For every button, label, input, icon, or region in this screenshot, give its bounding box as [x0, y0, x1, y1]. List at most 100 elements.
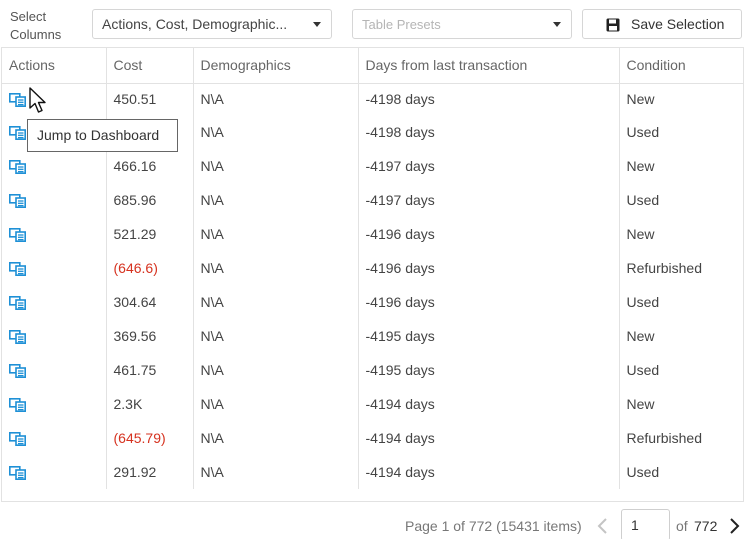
demographics-cell: N\A [193, 285, 359, 319]
condition-cell: Refurbished [626, 260, 703, 276]
table-presets-placeholder: Table Presets [362, 17, 441, 32]
pager: Page 1 of 772 (15431 items) of 772 [0, 502, 746, 539]
columns-dropdown[interactable]: Actions, Cost, Demographic... [92, 9, 332, 39]
cost-cell: 304.64 [106, 285, 194, 319]
cost-cell: 369.56 [106, 319, 194, 353]
table-row: 369.56 N\A -4195 days New [2, 319, 743, 353]
of-label: of [676, 518, 688, 534]
days-cell: -4197 days [358, 183, 620, 217]
cost-cell: (645.79) [106, 421, 194, 455]
column-header-demographics[interactable]: Demographics [193, 48, 359, 84]
demographics-cell: N\A [193, 149, 359, 183]
actions-cell [2, 183, 107, 217]
demographics-cell: N\A [193, 353, 359, 387]
column-header-condition[interactable]: Condition [619, 48, 743, 84]
table-row: (645.79) N\A -4194 days Refurbished [2, 421, 743, 455]
chevron-down-icon [553, 22, 561, 27]
chevron-left-icon[interactable] [596, 517, 610, 535]
jump-to-dashboard-icon[interactable] [9, 126, 26, 141]
table-presets-dropdown[interactable]: Table Presets [352, 9, 572, 39]
table-row: (646.6) N\A -4196 days Refurbished [2, 251, 743, 285]
jump-to-dashboard-icon[interactable] [9, 194, 26, 209]
actions-cell [2, 217, 107, 251]
column-header-actions[interactable]: Actions [2, 48, 107, 84]
condition-cell: Used [626, 464, 660, 480]
jump-to-dashboard-icon[interactable] [9, 93, 26, 108]
table-row: 466.16 N\A -4197 days New [2, 149, 743, 183]
save-icon [606, 18, 620, 32]
actions-cell [2, 149, 107, 183]
actions-cell [2, 251, 107, 285]
days-cell: -4198 days [358, 115, 620, 149]
days-cell: -4197 days [358, 149, 620, 183]
jump-to-dashboard-icon[interactable] [9, 432, 26, 447]
jump-to-dashboard-icon[interactable] [9, 262, 26, 277]
cost-cell: 685.96 [106, 183, 194, 217]
actions-cell [2, 319, 107, 353]
demographics-cell: N\A [193, 115, 359, 149]
cost-cell: 291.92 [106, 455, 194, 489]
jump-to-dashboard-icon[interactable] [9, 160, 26, 175]
demographics-cell: N\A [193, 251, 359, 285]
table-row: 461.75 N\A -4195 days Used [2, 353, 743, 387]
days-cell: -4195 days [358, 319, 620, 353]
demographics-cell: N\A [193, 217, 359, 251]
jump-to-dashboard-tooltip: Jump to Dashboard [27, 119, 178, 152]
days-cell: -4196 days [358, 217, 620, 251]
table-row: 291.92 N\A -4194 days Used [2, 455, 743, 489]
cost-cell: 521.29 [106, 217, 194, 251]
toolbar: Select Columns Actions, Cost, Demographi… [0, 0, 746, 46]
demographics-cell: N\A [193, 387, 359, 421]
jump-to-dashboard-icon[interactable] [9, 364, 26, 379]
column-header-days[interactable]: Days from last transaction [358, 48, 620, 84]
cost-cell: 450.51 [106, 83, 194, 115]
data-grid: Actions Cost Demographics Days from last… [1, 47, 744, 502]
actions-cell [2, 387, 107, 421]
days-cell: -4195 days [358, 353, 620, 387]
days-cell: -4196 days [358, 285, 620, 319]
condition-cell: Used [626, 294, 660, 310]
demographics-cell: N\A [193, 455, 359, 489]
cost-cell: 466.16 [106, 149, 194, 183]
condition-cell: Used [626, 192, 660, 208]
days-cell: -4198 days [358, 83, 620, 115]
table-row: 521.29 N\A -4196 days New [2, 217, 743, 251]
jump-to-dashboard-icon[interactable] [9, 466, 26, 481]
jump-to-dashboard-icon[interactable] [9, 296, 26, 311]
column-header-cost[interactable]: Cost [106, 48, 194, 84]
condition-cell: New [626, 158, 655, 174]
table-row: 2.3K N\A -4194 days New [2, 387, 743, 421]
actions-cell [2, 285, 107, 319]
condition-cell: Used [626, 124, 660, 140]
demographics-cell: N\A [193, 83, 359, 115]
table-row: 450.51 N\A -4198 days New [2, 83, 743, 115]
save-selection-label: Save Selection [631, 16, 725, 32]
demographics-cell: N\A [193, 421, 359, 455]
condition-cell: New [626, 396, 655, 412]
chevron-right-icon[interactable] [727, 517, 741, 535]
actions-cell [2, 353, 107, 387]
condition-cell: New [626, 328, 655, 344]
chevron-down-icon [313, 22, 321, 27]
actions-cell [2, 455, 107, 489]
jump-to-dashboard-icon[interactable] [9, 398, 26, 413]
page-number-input[interactable] [621, 509, 670, 539]
total-pages: 772 [694, 518, 718, 534]
jump-to-dashboard-icon[interactable] [9, 330, 26, 345]
condition-cell: Used [626, 362, 660, 378]
columns-dropdown-value: Actions, Cost, Demographic... [102, 16, 288, 32]
save-selection-button[interactable]: Save Selection [582, 9, 742, 39]
table-row: 685.96 N\A -4197 days Used [2, 183, 743, 217]
cost-cell: 461.75 [106, 353, 194, 387]
days-cell: -4194 days [358, 387, 620, 421]
actions-cell [2, 83, 107, 115]
days-cell: -4194 days [358, 455, 620, 489]
table-header-row: Actions Cost Demographics Days from last… [2, 48, 743, 84]
condition-cell: New [626, 226, 655, 242]
condition-cell: New [626, 91, 655, 108]
jump-to-dashboard-icon[interactable] [9, 228, 26, 243]
demographics-cell: N\A [193, 183, 359, 217]
page-info: Page 1 of 772 (15431 items) [405, 518, 582, 534]
days-cell: -4196 days [358, 251, 620, 285]
mouse-pointer-icon [29, 87, 46, 113]
